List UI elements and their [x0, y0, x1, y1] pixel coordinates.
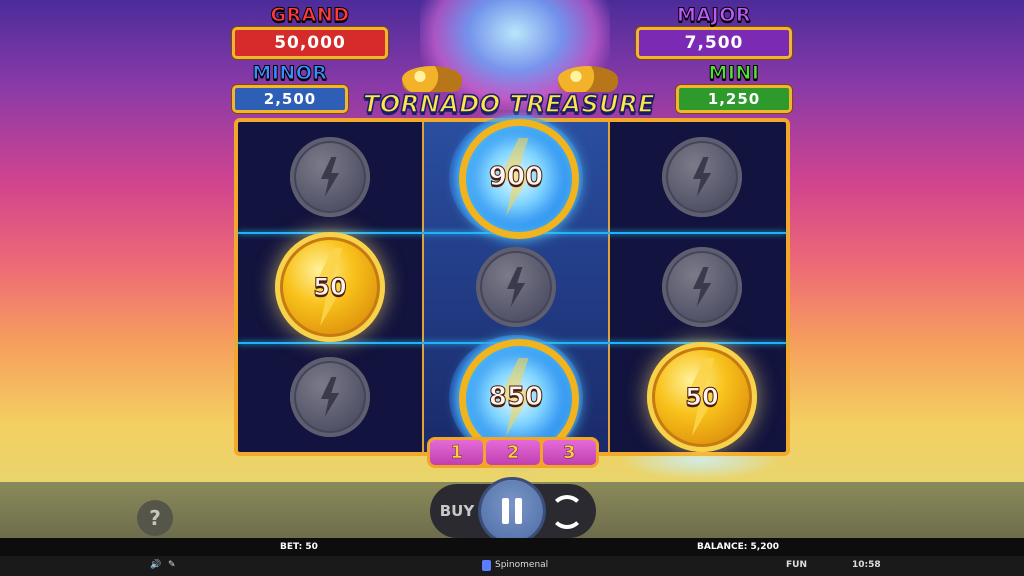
- jackpot-minor-value: 2,500: [232, 85, 348, 113]
- jackpot-major-value: 7,500: [636, 27, 792, 59]
- blank-coin-symbol: [662, 247, 742, 327]
- jackpot-major-label: MAJOR: [677, 4, 751, 26]
- respin-1: 1: [430, 440, 484, 465]
- jackpot-mini-label: MINI: [708, 62, 760, 84]
- coin-pile-right: [558, 66, 618, 92]
- blank-coin-symbol: [290, 357, 370, 437]
- respin-3: 3: [542, 440, 596, 465]
- jackpot-mini: MINI 1,250: [676, 63, 792, 113]
- reel-cell: [424, 232, 608, 342]
- lightning-icon: [320, 377, 340, 417]
- buy-button[interactable]: BUY: [433, 488, 481, 534]
- jackpot-grand-label: GRAND: [270, 4, 350, 26]
- jackpot-major: MAJOR 7,500: [636, 5, 792, 59]
- jackpot-grand: GRAND 50,000: [232, 5, 388, 59]
- reel-cell: 50: [238, 232, 422, 342]
- reel-cell: 850: [424, 335, 608, 459]
- reel-cell: [610, 122, 794, 232]
- help-button[interactable]: ?: [137, 500, 173, 536]
- gold-coin-symbol: 50: [647, 342, 757, 452]
- coin-pile-left: [402, 66, 462, 92]
- reel-cell: [238, 122, 422, 232]
- respin-2: 2: [486, 440, 540, 465]
- coin-value: 850: [488, 382, 544, 413]
- respin-counter: 1 2 3: [427, 437, 599, 468]
- bet-readout: BET: 50: [280, 542, 318, 552]
- coin-value: 900: [488, 162, 544, 193]
- lightning-icon: [506, 267, 526, 307]
- jackpot-mini-value: 1,250: [676, 85, 792, 113]
- reel-grid: 50 900 850 50: [234, 115, 790, 459]
- reel-cell: 900: [424, 115, 608, 239]
- balance-readout: BALANCE: 5,200: [697, 542, 780, 552]
- settings-icon[interactable]: ✎: [168, 560, 176, 570]
- pause-button[interactable]: [481, 480, 543, 542]
- coin-value: 50: [313, 273, 347, 302]
- lightning-icon: [320, 157, 340, 197]
- blank-coin-symbol: [290, 137, 370, 217]
- mode-label: FUN: [786, 560, 807, 570]
- autoplay-icon[interactable]: [550, 495, 584, 529]
- clock: 10:58: [852, 560, 881, 570]
- footer-bar: 🔊 ✎ Spinomenal FUN 10:58: [0, 556, 1024, 576]
- gold-coin-symbol: 50: [275, 232, 385, 342]
- pause-icon: [515, 498, 522, 524]
- sound-icon[interactable]: 🔊: [150, 560, 161, 570]
- lightning-icon: [692, 267, 712, 307]
- electric-coin-symbol: 900: [449, 115, 583, 239]
- jackpot-minor-label: MINOR: [252, 62, 328, 84]
- pause-icon: [502, 498, 509, 524]
- jackpot-minor: MINOR 2,500: [232, 63, 348, 113]
- blank-coin-symbol: [662, 137, 742, 217]
- brand-name: Spinomenal: [495, 560, 549, 570]
- reel-cell: [238, 342, 422, 452]
- reel-cell: [610, 232, 794, 342]
- lightning-icon: [692, 157, 712, 197]
- reel-cell: 50: [610, 342, 794, 452]
- jackpot-grand-value: 50,000: [232, 27, 388, 59]
- coin-value: 50: [685, 383, 719, 412]
- status-bar: BET: 50 BALANCE: 5,200: [0, 538, 1024, 556]
- brand-logo-icon: [482, 560, 491, 571]
- blank-coin-symbol: [476, 247, 556, 327]
